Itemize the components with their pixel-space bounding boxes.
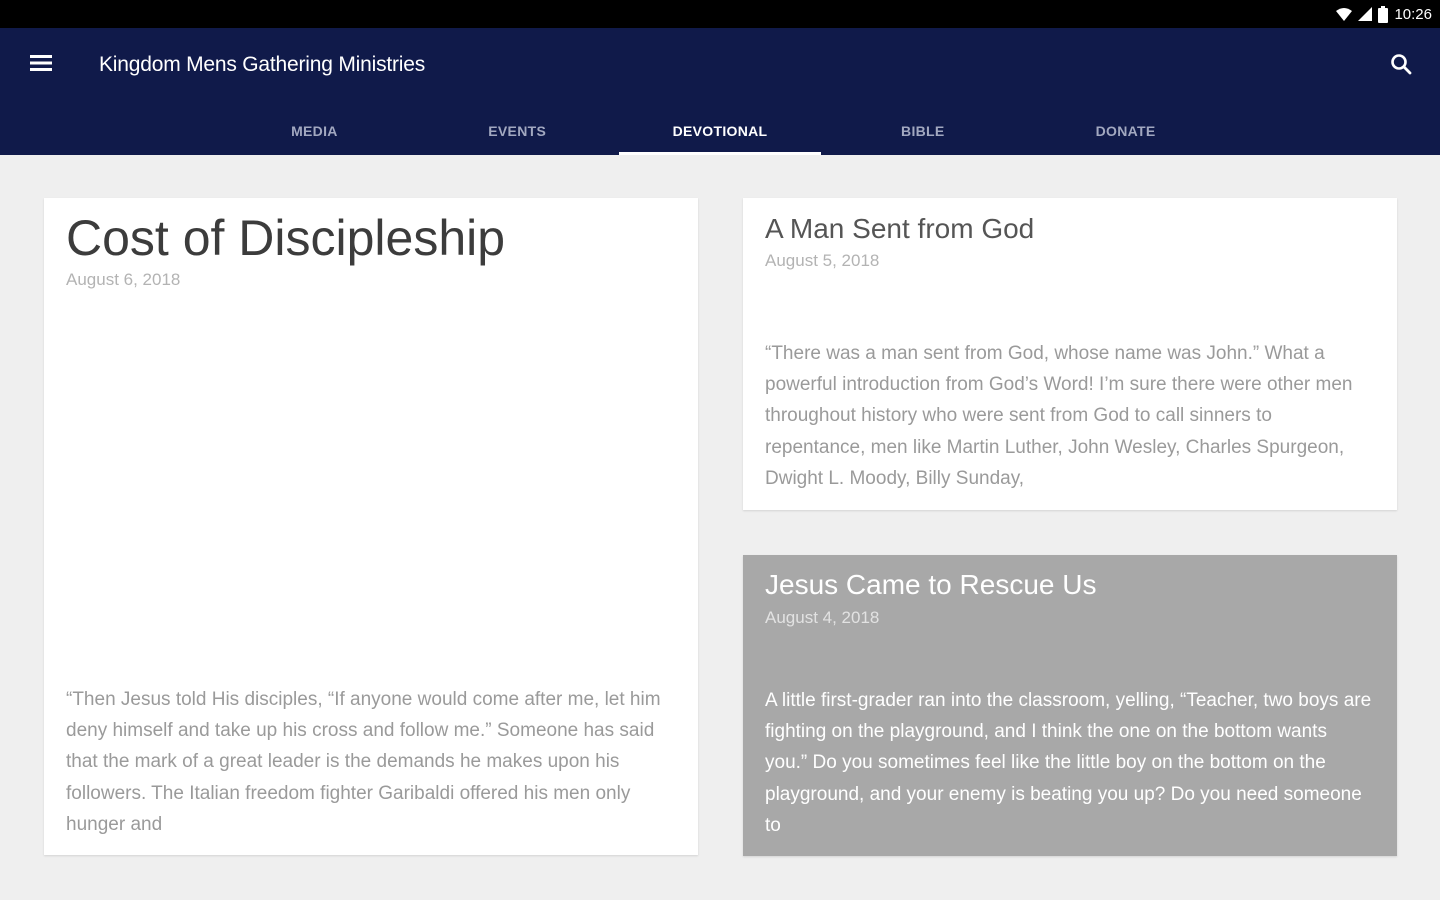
tab-bible[interactable]: BIBLE: [821, 106, 1024, 155]
signal-icon: [1358, 7, 1373, 21]
tab-events[interactable]: EVENTS: [416, 106, 619, 155]
devotional-title: A Man Sent from God: [765, 213, 1035, 244]
devotional-title: Cost of Discipleship: [66, 210, 506, 266]
devotional-title: Jesus Came to Rescue Us: [765, 569, 1097, 600]
tab-bar: MEDIA EVENTS DEVOTIONAL BIBLE DONATE: [213, 106, 1227, 155]
devotional-card[interactable]: Cost of Discipleship August 6, 2018 “The…: [44, 198, 698, 855]
devotional-excerpt: “Then Jesus told His disciples, “If anyo…: [66, 689, 661, 835]
search-button[interactable]: [1384, 50, 1418, 82]
menu-button[interactable]: [22, 50, 60, 80]
wifi-icon: [1336, 7, 1353, 21]
app-title: Kingdom Mens Gathering Ministries: [99, 53, 426, 76]
tab-donate[interactable]: DONATE: [1024, 106, 1227, 155]
devotional-date: August 4, 2018: [765, 608, 880, 627]
devotional-date: August 5, 2018: [765, 251, 880, 270]
battery-icon: [1378, 5, 1389, 23]
devotional-card[interactable]: A Man Sent from God August 5, 2018 “Ther…: [743, 198, 1397, 510]
tab-media[interactable]: MEDIA: [213, 106, 416, 155]
status-time: 10:26: [1394, 5, 1432, 23]
status-bar: 10:26: [0, 0, 1440, 28]
menu-icon: [30, 54, 52, 77]
devotional-excerpt: “There was a man sent from God, whose na…: [765, 343, 1353, 489]
devotional-date: August 6, 2018: [66, 270, 181, 289]
app-bar: Kingdom Mens Gathering Ministries MEDIA …: [0, 28, 1440, 155]
devotional-card[interactable]: Jesus Came to Rescue Us August 4, 2018 A…: [743, 555, 1397, 856]
status-icons: 10:26: [1336, 4, 1432, 24]
tab-devotional[interactable]: DEVOTIONAL: [618, 106, 822, 155]
devotional-excerpt: A little first-grader ran into the class…: [765, 690, 1372, 836]
search-icon: [1390, 53, 1412, 80]
